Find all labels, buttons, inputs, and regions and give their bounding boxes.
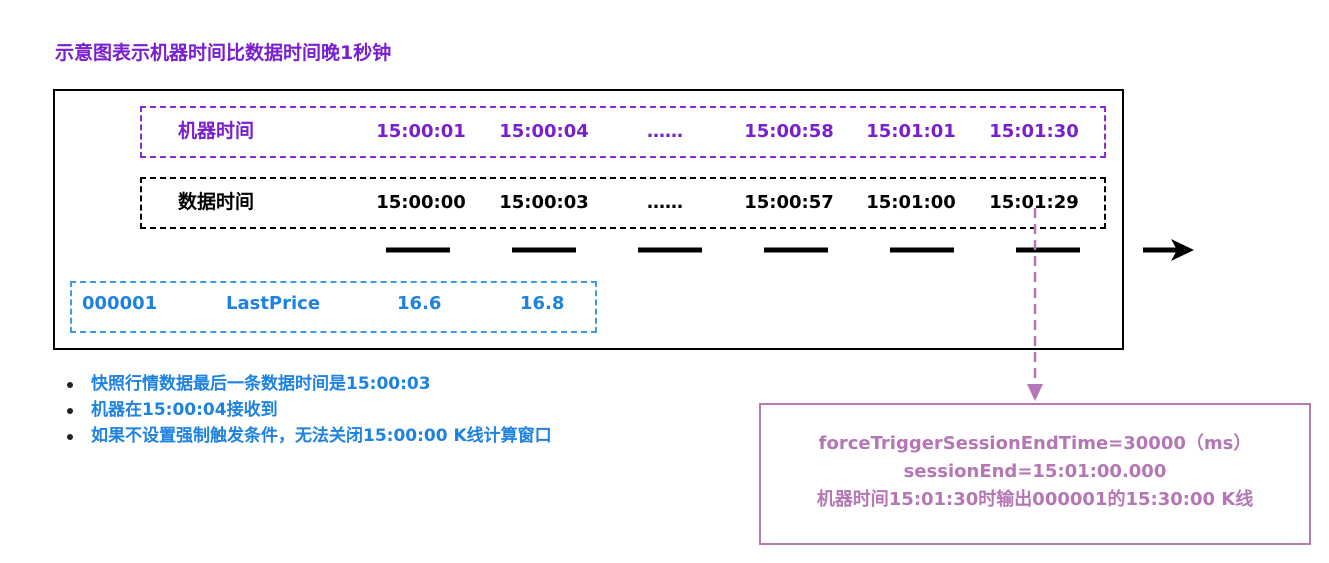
notes-list: 快照行情数据最后一条数据时间是15:00:03 机器在15:00:04接收到 如… — [65, 371, 552, 449]
note-item: 机器在15:00:04接收到 — [65, 397, 552, 423]
result-text: forceTriggerSessionEndTime=30000（ms） ses… — [759, 430, 1311, 514]
price-field-name: LastPrice — [226, 293, 321, 314]
note-item: 如果不设置强制触发条件，无法关闭15:00:00 K线计算窗口 — [65, 423, 552, 449]
security-code: 000001 — [82, 293, 158, 314]
session-end-connector-arrowhead — [1027, 384, 1043, 401]
price-value-1: 16.6 — [397, 293, 442, 314]
force-trigger-setting: forceTriggerSessionEndTime=30000（ms） — [818, 433, 1252, 454]
output-description: 机器时间15:01:30时输出000001的15:30:00 K线 — [816, 489, 1254, 510]
price-value-2: 16.8 — [520, 293, 565, 314]
note-item: 快照行情数据最后一条数据时间是15:00:03 — [65, 371, 552, 397]
session-end-setting: sessionEnd=15:01:00.000 — [903, 461, 1167, 482]
